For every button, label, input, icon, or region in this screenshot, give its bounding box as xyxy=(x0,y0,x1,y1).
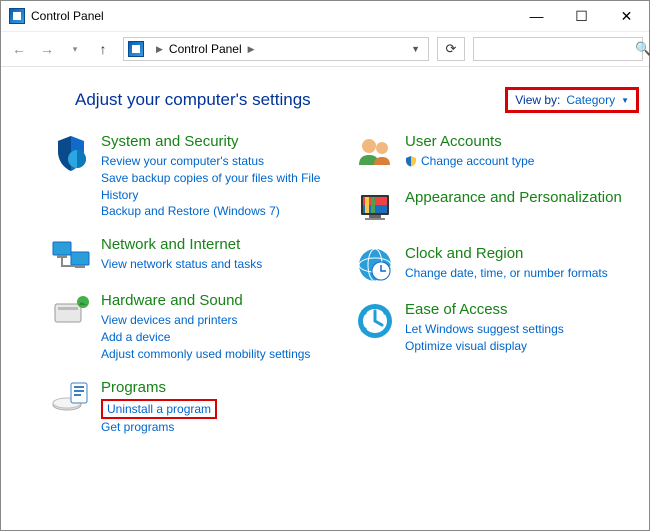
search-input[interactable] xyxy=(480,42,635,56)
appearance-icon xyxy=(355,189,395,229)
view-by-selector[interactable]: View by: Category ▼ xyxy=(505,87,639,113)
category-user-accounts[interactable]: User Accounts xyxy=(405,133,639,151)
chevron-down-icon[interactable]: ▼ xyxy=(621,96,629,105)
user-accounts-icon xyxy=(355,133,395,173)
titlebar: Control Panel — ☐ ✕ xyxy=(1,1,649,31)
content-area: Adjust your computer's settings View by:… xyxy=(1,67,649,446)
chevron-right-icon[interactable]: ▶ xyxy=(242,44,261,55)
link-optimize-display[interactable]: Optimize visual display xyxy=(405,338,639,355)
back-button[interactable]: ← xyxy=(7,37,31,61)
left-column: System and Security Review your computer… xyxy=(51,133,335,436)
link-devices-printers[interactable]: View devices and printers xyxy=(101,312,335,329)
system-security-icon xyxy=(51,133,91,173)
clock-region-icon xyxy=(355,245,395,285)
link-uninstall-program[interactable]: Uninstall a program xyxy=(107,401,211,418)
link-change-account-type[interactable]: Change account type xyxy=(405,153,639,170)
link-review-status[interactable]: Review your computer's status xyxy=(101,153,335,170)
view-by-label: View by: xyxy=(515,93,560,107)
link-backup-restore[interactable]: Backup and Restore (Windows 7) xyxy=(101,203,335,220)
maximize-button[interactable]: ☐ xyxy=(559,1,604,31)
category-clock-region[interactable]: Clock and Region xyxy=(405,245,639,263)
search-box[interactable]: 🔍 xyxy=(473,37,643,61)
category-hardware-sound[interactable]: Hardware and Sound xyxy=(101,292,335,310)
programs-icon xyxy=(51,379,91,419)
link-mobility-settings[interactable]: Adjust commonly used mobility settings xyxy=(101,346,335,363)
window-title: Control Panel xyxy=(31,9,104,23)
close-button[interactable]: ✕ xyxy=(604,1,649,31)
shield-icon xyxy=(405,155,417,167)
category-programs[interactable]: Programs xyxy=(101,379,335,397)
control-panel-icon xyxy=(128,41,144,57)
recent-locations-button[interactable]: ▾ xyxy=(63,37,87,61)
forward-button[interactable]: → xyxy=(35,37,59,61)
minimize-button[interactable]: — xyxy=(514,1,559,31)
link-add-device[interactable]: Add a device xyxy=(101,329,335,346)
control-panel-icon xyxy=(9,8,25,24)
address-bar[interactable]: ▶ Control Panel ▶ ▼ xyxy=(123,37,429,61)
network-internet-icon xyxy=(51,236,91,276)
view-by-value[interactable]: Category xyxy=(566,93,615,107)
address-dropdown-icon[interactable]: ▼ xyxy=(407,44,424,54)
link-suggest-settings[interactable]: Let Windows suggest settings xyxy=(405,321,639,338)
up-button[interactable]: ↑ xyxy=(91,37,115,61)
chevron-right-icon[interactable]: ▶ xyxy=(150,44,169,55)
category-ease-of-access[interactable]: Ease of Access xyxy=(405,301,639,319)
link-get-programs[interactable]: Get programs xyxy=(101,419,335,436)
search-icon[interactable]: 🔍 xyxy=(635,41,650,57)
hardware-sound-icon xyxy=(51,292,91,332)
ease-of-access-icon xyxy=(355,301,395,341)
link-change-date-time[interactable]: Change date, time, or number formats xyxy=(405,265,639,282)
right-column: User Accounts Change account type Appear… xyxy=(355,133,639,436)
category-network-internet[interactable]: Network and Internet xyxy=(101,236,335,254)
breadcrumb[interactable]: Control Panel xyxy=(169,42,242,56)
category-system-security[interactable]: System and Security xyxy=(101,133,335,151)
page-title: Adjust your computer's settings xyxy=(51,90,505,110)
category-appearance[interactable]: Appearance and Personalization xyxy=(405,189,639,207)
link-file-history[interactable]: Save backup copies of your files with Fi… xyxy=(101,170,335,204)
link-network-status[interactable]: View network status and tasks xyxy=(101,256,335,273)
refresh-button[interactable]: ⟳ xyxy=(437,37,465,61)
navbar: ← → ▾ ↑ ▶ Control Panel ▶ ▼ ⟳ 🔍 xyxy=(1,31,649,67)
